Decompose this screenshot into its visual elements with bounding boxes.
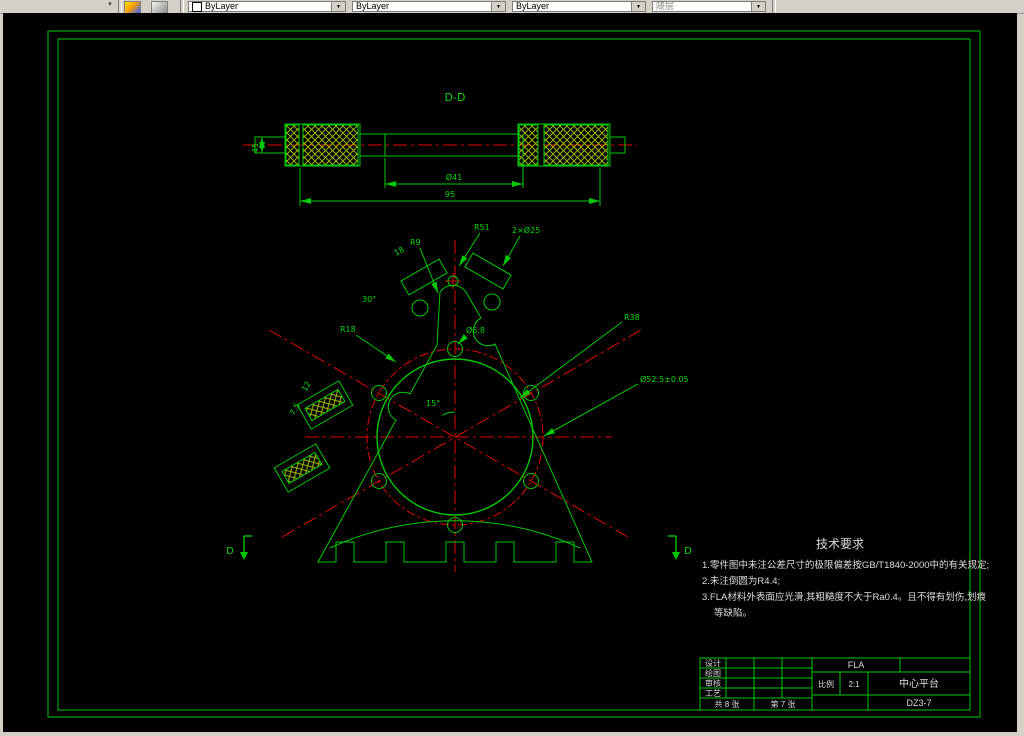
cad-viewport[interactable]: D-D 95 Ø41 45 R51 2×Ø25 R9 18 30° R18 Ø6…	[3, 13, 1017, 732]
tech-req-line: 2.未注倒圆为R4.4;	[702, 575, 780, 587]
dim-label: R9	[410, 238, 421, 247]
hatch-region	[302, 124, 359, 166]
titleblock-drawing-number: DZ3-7	[906, 698, 931, 708]
color-combo[interactable]: ByLayer ▼	[188, 1, 346, 12]
chevron-down-icon[interactable]: ▼	[631, 2, 645, 11]
titleblock-sheets: 共 8 张	[715, 700, 740, 709]
titleblock-row-label: 工艺	[705, 689, 721, 698]
dim-label: R38	[624, 313, 640, 322]
hatch-region	[518, 124, 539, 166]
lineweight-combo[interactable]: ByLayer ▼	[512, 1, 646, 12]
clamp-insert	[273, 443, 331, 493]
cad-drawing: D-D 95 Ø41 45 R51 2×Ø25 R9 18 30° R18 Ø6…	[47, 30, 989, 718]
titleblock-row-label: 绘图	[705, 668, 721, 678]
dim-label: Ø41	[446, 172, 462, 182]
titleblock-part-name: 中心平台	[899, 677, 939, 690]
titleblock-row-label: 审核	[705, 678, 721, 688]
main-view: R51 2×Ø25 R9 18 30° R18 Ø6.8 R38 Ø52.5±0…	[226, 223, 692, 572]
cut-label: D	[226, 546, 234, 557]
linetype-combo-value: ByLayer	[356, 1, 390, 11]
color-swatch	[192, 1, 202, 12]
plotstyle-combo-value: 随层	[656, 1, 675, 11]
cut-label: D	[684, 546, 692, 557]
titleblock-code: FLA	[848, 660, 865, 670]
titleblock-row-label: 设计	[705, 658, 721, 668]
dim-label: R51	[474, 223, 490, 232]
dim-label: Ø6.8	[466, 325, 485, 335]
dimension: Ø41	[384, 158, 524, 188]
section-view: D-D 95 Ø41 45	[243, 91, 637, 206]
linetype-combo[interactable]: ByLayer ▼	[352, 1, 506, 12]
section-title: D-D	[445, 91, 466, 104]
toolbar-separator	[772, 0, 776, 13]
dim-label: 18	[393, 245, 406, 258]
dim-label: Ø52.5±0.05	[640, 374, 689, 384]
dim-label: 12	[300, 380, 313, 393]
dim-label: 45	[251, 143, 260, 153]
tech-req-line: 等缺陷。	[714, 607, 752, 619]
toolbar-separator	[180, 0, 184, 13]
dim-label: 2×Ø25	[512, 225, 540, 235]
tech-req-line: 1.零件图中未注公差尺寸的极限偏差按GB/T1840-2000中的有关规定;	[702, 559, 989, 571]
properties-toolbar: ▾ ByLayer ▼ ByLayer ▼ ByLayer ▼ 随层 ▼	[0, 0, 1024, 14]
color-combo-value: ByLayer	[205, 1, 239, 11]
dim-label: R18	[340, 325, 356, 334]
chevron-down-icon[interactable]: ▼	[751, 2, 765, 11]
tech-req-line: 3.FLA材料外表面应光滑,其粗糙度不大于Ra0.4。且不得有划伤,划痕	[702, 591, 986, 603]
titleblock-scale-value: 2:1	[848, 680, 860, 689]
titleblock-sheet-no: 第 7 张	[771, 699, 796, 709]
dim-label: 30°	[362, 295, 376, 304]
titleblock-scale-label: 比例	[818, 679, 834, 689]
cut-mark-right: D	[668, 535, 692, 560]
dim-label: 15°	[426, 399, 440, 408]
toolbar-separator	[118, 0, 122, 13]
dim-label: 95	[445, 190, 455, 199]
title-block: 设计 绘图 审核 工艺 共 8 张 第 7 张 比例 2:1 FLA 中心平台 …	[699, 657, 971, 711]
toolbar-overflow-button[interactable]: ▾	[104, 0, 116, 12]
annotations: R51 2×Ø25 R9 18 30° R18 Ø6.8 R38 Ø52.5±0…	[288, 223, 689, 437]
hatch-region	[285, 124, 300, 166]
hatch-region	[543, 124, 609, 166]
lineweight-combo-value: ByLayer	[516, 1, 550, 11]
chevron-down-icon[interactable]: ▼	[331, 2, 345, 11]
dimension: 45	[251, 137, 265, 153]
plotstyle-combo[interactable]: 随层 ▼	[652, 1, 766, 12]
technical-requirements: 技术要求 1.零件图中未注公差尺寸的极限偏差按GB/T1840-2000中的有关…	[702, 537, 989, 619]
chevron-down-icon[interactable]: ▼	[491, 2, 505, 11]
cut-mark-left: D	[226, 535, 252, 560]
tech-req-title: 技术要求	[816, 537, 864, 551]
